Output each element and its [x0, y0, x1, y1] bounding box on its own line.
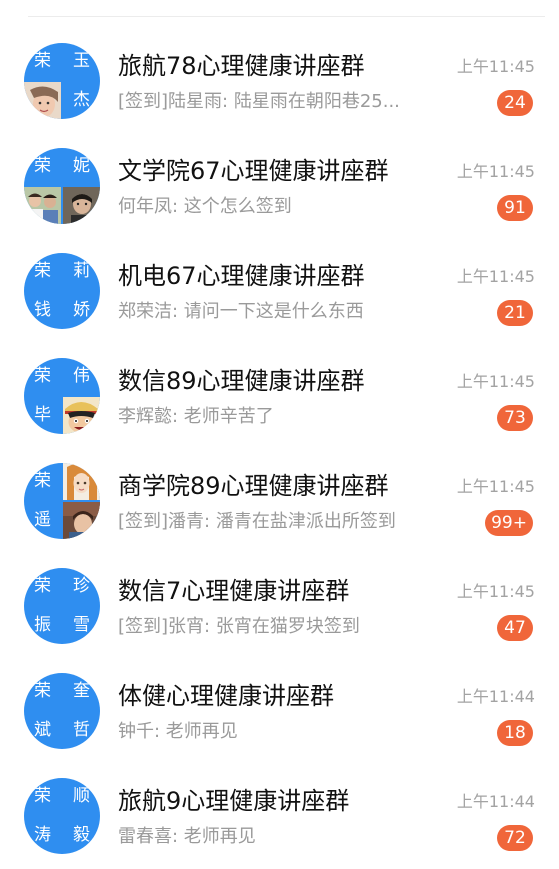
group-avatar[interactable]: 荣 顺涛 毅: [24, 778, 100, 854]
unread-count-badge: 72: [497, 825, 533, 851]
conversation-item[interactable]: 荣 伟毕 数信89心理健康讲座群李辉懿: 老师辛苦了 上午11:45 73: [0, 332, 559, 437]
group-avatar[interactable]: 荣 奎斌 哲: [24, 673, 100, 749]
group-avatar[interactable]: 荣 珍振 雪: [24, 568, 100, 644]
conversation-item[interactable]: 荣 奎斌 哲 体健心理健康讲座群钟千: 老师再见 上午11:44 18: [0, 647, 559, 752]
avatar-initial: 钱: [34, 300, 51, 320]
last-message-preview: 何年凤: 这个怎么签到: [118, 196, 292, 217]
last-message-preview: 李辉懿: 老师辛苦了: [118, 406, 274, 427]
avatar-initial: 遥: [34, 510, 51, 530]
message-time: 上午11:45: [456, 267, 535, 286]
avatar-initial: 毕: [34, 405, 51, 425]
anime-girl-photo: [63, 463, 100, 500]
conversation-item[interactable]: 荣 顺涛 毅 旅航9心理健康讲座群雷春喜: 老师再见 上午11:44 72: [0, 752, 559, 857]
avatar-initial: 涛: [34, 825, 51, 845]
avatar-initial: 伟: [73, 366, 90, 386]
avatar-initial: 哲: [73, 720, 90, 740]
unread-count-badge: 24: [497, 90, 533, 116]
avatar-initial: 珍: [73, 576, 90, 596]
group-avatar[interactable]: 荣 伟毕: [24, 358, 100, 434]
message-time: 上午11:45: [456, 57, 535, 76]
avatar-initial: 杰: [73, 90, 90, 110]
conversation-item[interactable]: 荣 珍振 雪 数信7心理健康讲座群 [签到]张宵: 张宵在猫罗块签到 上午11:45 47: [0, 542, 559, 647]
avatar-initial: 斌: [34, 720, 51, 740]
group-avatar[interactable]: 荣遥: [24, 463, 100, 539]
avatar-initial: 荣: [34, 681, 51, 701]
group-avatar[interactable]: 荣妮: [24, 148, 100, 224]
last-message-preview: [签到]陆星雨: 陆星雨在朝阳巷25...: [118, 91, 400, 112]
portrait-photo: [63, 187, 100, 224]
group-name: 体健心理健康讲座群: [118, 682, 334, 710]
message-time: 上午11:45: [456, 372, 535, 391]
conversation-list: 荣 玉杰 旅航78心理健康讲座群 [签到]陆星雨: 陆星雨在朝阳巷25... 上午11:…: [0, 17, 559, 857]
group-name: 文学院67心理健康讲座群: [118, 157, 389, 185]
last-message-preview: [签到]潘青: 潘青在盐津派出所签到: [118, 511, 396, 532]
group-avatar[interactable]: 荣 玉杰: [24, 43, 100, 119]
conversation-item[interactable]: 荣妮文学院67心理健康讲座群 何年凤: 这个怎么签到 上午11:45 91: [0, 122, 559, 227]
message-time: 上午11:45: [456, 582, 535, 601]
message-time: 上午11:44: [456, 687, 535, 706]
anime-scene-photo: [63, 502, 100, 539]
group-name: 旅航9心理健康讲座群: [118, 787, 350, 815]
group-photo: [24, 187, 61, 224]
avatar-initial: 荣: [34, 471, 51, 491]
last-message-preview: [签到]张宵: 张宵在猫罗块签到: [118, 616, 360, 637]
message-time: 上午11:45: [456, 477, 535, 496]
avatar-initial: 奎: [73, 681, 90, 701]
conversation-item[interactable]: 荣 玉杰 旅航78心理健康讲座群 [签到]陆星雨: 陆星雨在朝阳巷25... 上午11:…: [0, 17, 559, 122]
avatar-initial: 振: [34, 615, 51, 635]
avatar-initial: 荣: [34, 366, 51, 386]
group-name: 机电67心理健康讲座群: [118, 262, 365, 290]
avatar-initial: 荣: [34, 261, 51, 281]
conversation-item[interactable]: 荣遥商学院89心理健康讲座群 [签到]潘青: 潘青在盐津派出所签到 上午11:45 9…: [0, 437, 559, 542]
avatar-initial: 莉: [73, 261, 90, 281]
avatar-initial: 荣: [34, 576, 51, 596]
unread-count-badge: 21: [497, 300, 533, 326]
avatar-initial: 荣: [34, 786, 51, 806]
unread-count-badge: 91: [497, 195, 533, 221]
conversation-item[interactable]: 荣 莉钱 娇 机电67心理健康讲座群郑荣洁: 请问一下这是什么东西 上午11:45 21: [0, 227, 559, 332]
unread-count-badge: 99+: [485, 510, 533, 536]
avatar-initial: 毅: [73, 825, 90, 845]
avatar-initial: 荣: [34, 51, 51, 71]
avatar-initial: 雪: [73, 615, 90, 635]
message-time: 上午11:45: [456, 162, 535, 181]
group-name: 商学院89心理健康讲座群: [118, 472, 389, 500]
group-name: 旅航78心理健康讲座群: [118, 52, 365, 80]
avatar-initial: 娇: [73, 300, 90, 320]
unread-count-badge: 73: [497, 405, 533, 431]
group-avatar[interactable]: 荣 莉钱 娇: [24, 253, 100, 329]
avatar-initial: 妮: [73, 156, 90, 176]
last-message-preview: 钟千: 老师再见: [118, 721, 238, 742]
last-message-preview: 郑荣洁: 请问一下这是什么东西: [118, 301, 364, 322]
cartoon-character-photo: [63, 397, 100, 434]
woman-face-photo: [24, 82, 61, 119]
group-name: 数信89心理健康讲座群: [118, 367, 365, 395]
unread-count-badge: 47: [497, 615, 533, 641]
message-time: 上午11:44: [456, 792, 535, 811]
group-name: 数信7心理健康讲座群: [118, 577, 350, 605]
unread-count-badge: 18: [497, 720, 533, 746]
avatar-initial: 荣: [34, 156, 51, 176]
last-message-preview: 雷春喜: 老师再见: [118, 826, 256, 847]
avatar-initial: 玉: [73, 51, 90, 71]
avatar-initial: 顺: [73, 786, 90, 806]
